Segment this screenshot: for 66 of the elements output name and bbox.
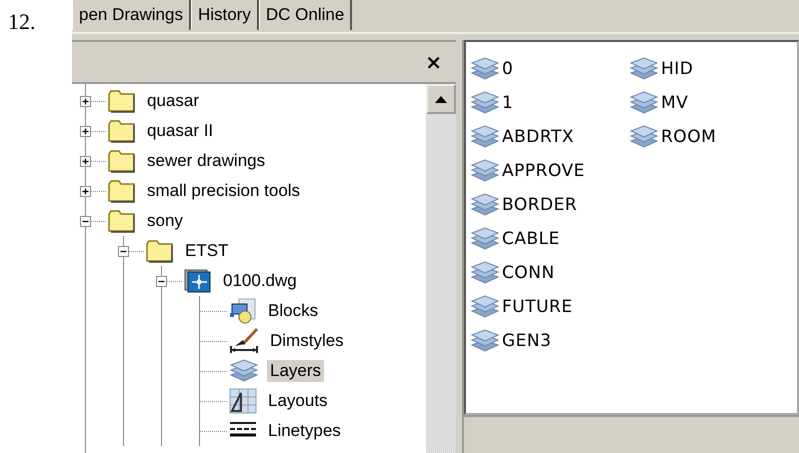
- tree-item[interactable]: Linetypes: [265, 420, 344, 442]
- layers-icon: [470, 91, 500, 115]
- expand-button[interactable]: [80, 126, 91, 136]
- layers-icon: [229, 359, 259, 383]
- plus-icon: [81, 96, 90, 106]
- layers-icon: [470, 295, 500, 319]
- folder-icon: [108, 119, 136, 143]
- drawing-file-icon: [184, 269, 212, 293]
- plus-icon: [81, 156, 90, 166]
- tab[interactable]: pen Drawings: [72, 0, 191, 30]
- layers-icon: [470, 193, 500, 217]
- blocks-icon: [229, 298, 257, 324]
- layer-name[interactable]: ABDRTX: [502, 127, 574, 147]
- folder-icon: [108, 149, 136, 173]
- layers-icon: [629, 125, 659, 149]
- layer-name[interactable]: 0: [502, 59, 514, 79]
- collapse-button[interactable]: [118, 246, 129, 256]
- tree-item[interactable]: sewer drawings: [144, 150, 268, 172]
- layers-icon: [629, 91, 659, 115]
- layer-name[interactable]: CABLE: [502, 229, 560, 249]
- layers-icon: [470, 125, 500, 149]
- layer-name[interactable]: GEN3: [502, 331, 552, 351]
- tree-item[interactable]: small precision tools: [144, 180, 304, 202]
- layer-name[interactable]: FUTURE: [502, 297, 573, 317]
- tree-item[interactable]: quasar: [144, 90, 202, 112]
- tab[interactable]: History: [190, 0, 259, 30]
- expand-button[interactable]: [80, 96, 91, 106]
- layers-icon: [470, 261, 500, 285]
- layer-name[interactable]: ROOM: [661, 127, 716, 147]
- item-number: 12.: [7, 8, 36, 35]
- scroll-up-button[interactable]: [426, 84, 456, 114]
- expand-button[interactable]: [80, 156, 91, 166]
- scrollbar[interactable]: [426, 84, 456, 453]
- folder-icon: [108, 179, 136, 203]
- layer-name[interactable]: CONN: [502, 263, 555, 283]
- layers-icon: [470, 57, 500, 81]
- tree-item[interactable]: Blocks: [265, 300, 322, 322]
- close-button[interactable]: ×: [419, 50, 456, 74]
- folder-icon: [108, 209, 136, 233]
- tree-item[interactable]: Dimstyles: [267, 330, 347, 352]
- up-arrow-icon: [435, 95, 447, 103]
- tree-item[interactable]: Layers: [267, 360, 324, 382]
- plus-icon: [81, 186, 90, 196]
- tree-item[interactable]: 0100.dwg: [220, 270, 300, 292]
- layers-icon: [470, 159, 500, 183]
- layout-grid-icon: [229, 388, 257, 414]
- expand-button[interactable]: [80, 186, 91, 196]
- layer-name[interactable]: 1: [502, 93, 514, 113]
- tab[interactable]: DC Online: [258, 0, 352, 30]
- layers-icon: [470, 329, 500, 353]
- folder-icon: [146, 239, 174, 263]
- collapse-button[interactable]: [80, 216, 91, 226]
- tree-item[interactable]: quasar II: [144, 120, 216, 142]
- tree-item[interactable]: Layouts: [265, 390, 331, 412]
- layer-name[interactable]: BORDER: [502, 195, 578, 215]
- collapse-button[interactable]: [156, 276, 167, 286]
- layer-name[interactable]: APPROVE: [502, 161, 585, 181]
- layers-icon: [629, 57, 659, 81]
- layer-name[interactable]: MV: [661, 93, 688, 113]
- tree-item[interactable]: sony: [144, 210, 186, 232]
- plus-icon: [81, 126, 90, 136]
- tree-item[interactable]: ETST: [182, 240, 232, 262]
- folder-icon: [108, 89, 136, 113]
- layers-icon: [470, 227, 500, 251]
- dimension-brush-icon: [229, 328, 259, 354]
- layer-name[interactable]: HID: [661, 59, 694, 79]
